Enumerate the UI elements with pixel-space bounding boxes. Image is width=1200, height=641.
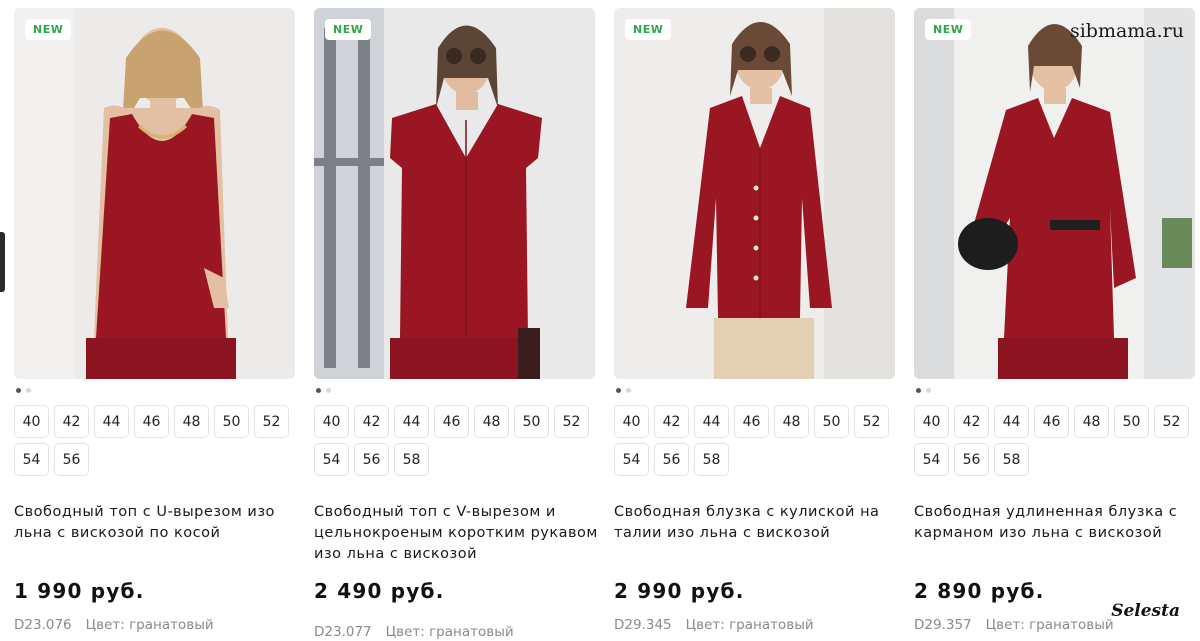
carousel-dots: [616, 388, 895, 394]
product-title[interactable]: Свободный топ с V-вырезом и цельнокроены…: [314, 502, 604, 565]
product-image: [314, 8, 595, 379]
carousel-dots: [16, 388, 295, 394]
product-photo[interactable]: NEW: [914, 8, 1195, 379]
size-option[interactable]: 40: [614, 405, 649, 438]
new-badge: NEW: [25, 19, 72, 40]
product-color: Цвет: гранатовый: [385, 624, 514, 640]
new-badge: NEW: [325, 19, 372, 40]
product-card[interactable]: NEW 40 42 44 46 48 50 52 54 56 58 Свобод…: [914, 8, 1195, 633]
size-option[interactable]: 48: [174, 405, 209, 438]
size-option[interactable]: 42: [654, 405, 689, 438]
product-price: 2 990 руб.: [614, 579, 745, 603]
size-option[interactable]: 56: [354, 443, 389, 476]
product-code: D29.357: [914, 617, 972, 633]
product-meta: D23.077 Цвет: гранатовый: [314, 624, 514, 640]
product-image: [614, 8, 895, 379]
carousel-dots: [916, 388, 1195, 394]
size-option[interactable]: 42: [354, 405, 389, 438]
size-option[interactable]: 44: [694, 405, 729, 438]
product-code: D23.077: [314, 624, 372, 640]
product-image: [914, 8, 1195, 379]
size-option[interactable]: 42: [54, 405, 89, 438]
size-option[interactable]: 56: [954, 443, 989, 476]
size-option[interactable]: 50: [1114, 405, 1149, 438]
product-title[interactable]: Свободный топ с U-вырезом изо льна с вис…: [14, 502, 304, 544]
size-selector: 40 42 44 46 48 50 52 54 56 58: [914, 405, 1200, 476]
size-option[interactable]: 54: [614, 443, 649, 476]
carousel-dots: [316, 388, 595, 394]
product-meta: D29.357 Цвет: гранатовый: [914, 617, 1114, 633]
product-title[interactable]: Свободная удлиненная блузка с карманом и…: [914, 502, 1200, 544]
product-meta: D29.345 Цвет: гранатовый: [614, 617, 814, 633]
size-option[interactable]: 46: [434, 405, 469, 438]
size-option[interactable]: 40: [914, 405, 949, 438]
size-option[interactable]: 40: [14, 405, 49, 438]
product-photo[interactable]: NEW: [14, 8, 295, 379]
carousel-dot[interactable]: [616, 388, 621, 393]
size-option[interactable]: 44: [394, 405, 429, 438]
scroll-left-tab[interactable]: [0, 232, 5, 292]
carousel-dot[interactable]: [326, 388, 331, 393]
size-option[interactable]: 46: [734, 405, 769, 438]
carousel-dot[interactable]: [916, 388, 921, 393]
size-option[interactable]: 56: [54, 443, 89, 476]
product-code: D23.076: [14, 617, 72, 633]
size-selector: 40 42 44 46 48 50 52 54 56 58: [614, 405, 904, 476]
size-option[interactable]: 50: [214, 405, 249, 438]
size-option[interactable]: 46: [1034, 405, 1069, 438]
product-color: Цвет: гранатовый: [85, 617, 214, 633]
size-selector: 40 42 44 46 48 50 52 54 56: [14, 405, 304, 476]
size-option[interactable]: 48: [474, 405, 509, 438]
size-option[interactable]: 54: [914, 443, 949, 476]
carousel-dot[interactable]: [316, 388, 321, 393]
size-selector: 40 42 44 46 48 50 52 54 56 58: [314, 405, 604, 476]
product-code: D29.345: [614, 617, 672, 633]
size-option[interactable]: 50: [514, 405, 549, 438]
product-image: [14, 8, 295, 379]
size-option[interactable]: 52: [854, 405, 889, 438]
size-option[interactable]: 48: [1074, 405, 1109, 438]
size-option[interactable]: 42: [954, 405, 989, 438]
product-card[interactable]: NEW 40 42 44 46 48 50 52 54 56 58 Свобод…: [614, 8, 895, 633]
watermark-brand: Selesta: [1111, 601, 1180, 621]
product-color: Цвет: гранатовый: [685, 617, 814, 633]
size-option[interactable]: 54: [14, 443, 49, 476]
size-option[interactable]: 44: [94, 405, 129, 438]
product-card[interactable]: NEW 40 42 44 46 48 50 52 54 56 Свободный…: [14, 8, 295, 633]
product-price: 1 990 руб.: [14, 579, 145, 603]
product-card[interactable]: NEW 40 42 44 46 48 50 52 54 56 58 Свобод…: [314, 8, 597, 640]
product-title[interactable]: Свободная блузка с кулиской на талии изо…: [614, 502, 904, 544]
product-meta: D23.076 Цвет: гранатовый: [14, 617, 214, 633]
size-option[interactable]: 52: [254, 405, 289, 438]
new-badge: NEW: [925, 19, 972, 40]
carousel-dot[interactable]: [16, 388, 21, 393]
carousel-dot[interactable]: [26, 388, 31, 393]
product-color: Цвет: гранатовый: [985, 617, 1114, 633]
size-option[interactable]: 52: [554, 405, 589, 438]
size-option[interactable]: 56: [654, 443, 689, 476]
size-option[interactable]: 40: [314, 405, 349, 438]
watermark-site: sibmama.ru: [1069, 20, 1184, 42]
size-option[interactable]: 46: [134, 405, 169, 438]
size-option[interactable]: 52: [1154, 405, 1189, 438]
product-photo[interactable]: NEW: [314, 8, 595, 379]
size-option[interactable]: 58: [394, 443, 429, 476]
size-option[interactable]: 54: [314, 443, 349, 476]
new-badge: NEW: [625, 19, 672, 40]
size-option[interactable]: 48: [774, 405, 809, 438]
size-option[interactable]: 58: [994, 443, 1029, 476]
product-price: 2 890 руб.: [914, 579, 1045, 603]
product-price: 2 490 руб.: [314, 579, 445, 603]
size-option[interactable]: 50: [814, 405, 849, 438]
size-option[interactable]: 44: [994, 405, 1029, 438]
carousel-dot[interactable]: [926, 388, 931, 393]
size-option[interactable]: 58: [694, 443, 729, 476]
carousel-dot[interactable]: [626, 388, 631, 393]
product-grid: NEW 40 42 44 46 48 50 52 54 56 Свободный…: [14, 8, 1195, 640]
product-photo[interactable]: NEW: [614, 8, 895, 379]
